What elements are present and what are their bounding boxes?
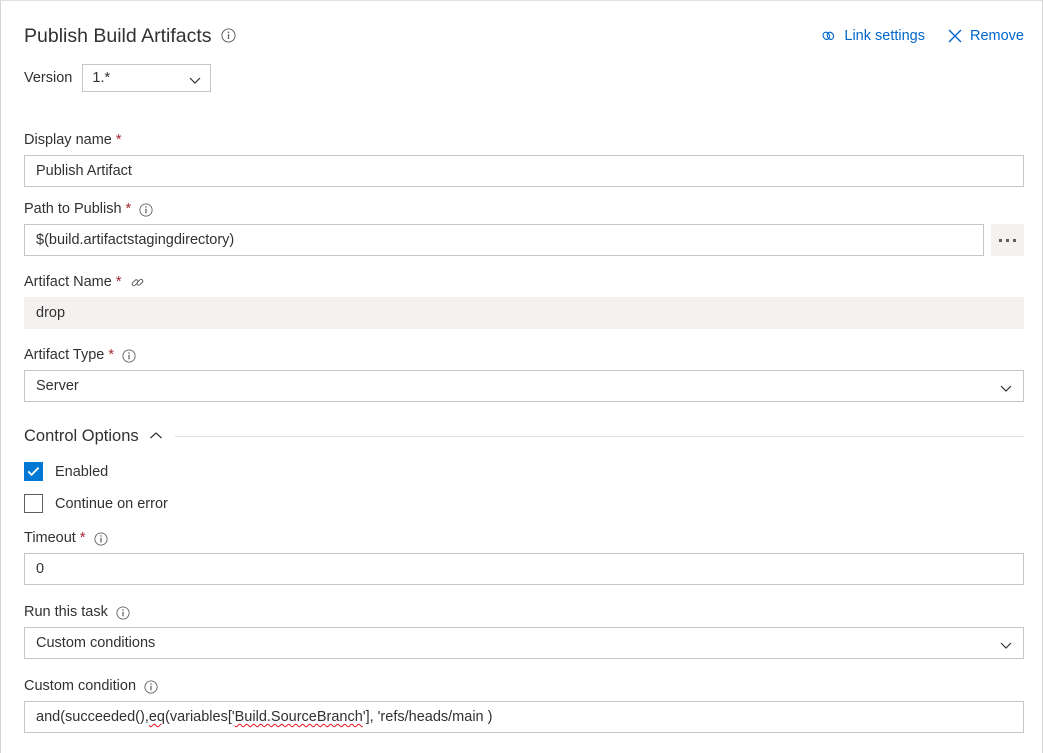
required-marker: * — [79, 530, 86, 546]
run-this-task-dropdown[interactable]: Custom conditions — [24, 627, 1024, 659]
custom-condition-misspelled-1: eq — [148, 709, 165, 725]
custom-condition-text-2: (variables[' — [164, 709, 235, 725]
artifact-type-dropdown[interactable]: Server — [24, 370, 1024, 402]
control-options-title: Control Options — [24, 427, 139, 445]
artifact-type-field: Artifact Type * Server — [24, 346, 1024, 402]
custom-condition-input[interactable]: and(succeeded(), eq (variables[' Build.Sou… — [24, 701, 1024, 733]
link-settings-label: Link settings — [844, 28, 925, 44]
display-name-input[interactable]: Publish Artifact — [24, 155, 1024, 187]
display-name-label: Display name * — [24, 132, 122, 148]
path-to-publish-row: $(build.artifactstagingdirectory) — [24, 224, 1024, 256]
version-row: Version 1.* — [24, 64, 212, 92]
info-icon[interactable] — [220, 28, 236, 48]
info-icon[interactable] — [116, 605, 130, 620]
required-marker: * — [125, 201, 132, 217]
timeout-label: Timeout * — [24, 529, 1024, 548]
header-actions: Link settings Remove — [820, 26, 1024, 46]
info-icon[interactable] — [139, 202, 153, 217]
link-icon — [820, 28, 837, 45]
timeout-field: Timeout * 0 — [24, 529, 1024, 585]
enabled-label: Enabled — [55, 463, 109, 480]
path-to-publish-input[interactable]: $(build.artifactstagingdirectory) — [24, 224, 984, 256]
artifact-type-label: Artifact Type * — [24, 346, 1024, 365]
link-icon[interactable] — [130, 275, 145, 290]
path-to-publish-label: Path to Publish * — [24, 200, 1024, 219]
run-this-task-field: Run this task Custom conditions — [24, 603, 1024, 659]
custom-condition-field: Custom condition and(succeeded(), eq (var… — [24, 677, 1024, 733]
custom-condition-label: Custom condition — [24, 677, 1024, 696]
custom-condition-text-1: and(succeeded(), — [36, 709, 149, 725]
chevron-down-icon — [1000, 382, 1012, 398]
display-name-field: Display name * Publish Artifact — [24, 131, 1024, 187]
custom-condition-misspelled-2: Build.SourceBranch — [234, 709, 363, 725]
version-dropdown[interactable]: 1.* — [82, 64, 212, 92]
close-icon — [947, 28, 963, 44]
continue-on-error-checkbox-row[interactable]: Continue on error — [24, 494, 168, 513]
artifact-name-field: Artifact Name * drop — [24, 273, 1024, 329]
info-icon[interactable] — [93, 531, 108, 546]
task-header: Publish Build Artifacts Link settings Re… — [24, 23, 1024, 53]
artifact-type-value: Server — [36, 378, 79, 394]
required-marker: * — [115, 132, 122, 148]
version-label: Version — [24, 70, 73, 86]
task-editor-panel: Publish Build Artifacts Link settings Re… — [0, 0, 1043, 753]
info-icon[interactable] — [144, 679, 158, 694]
path-to-publish-field: Path to Publish * $(build.artifactstagin… — [24, 200, 1024, 256]
remove-button[interactable]: Remove — [947, 26, 1024, 46]
enabled-checkbox-row[interactable]: Enabled — [24, 462, 108, 481]
chevron-down-icon — [189, 74, 201, 90]
continue-on-error-label: Continue on error — [55, 495, 168, 512]
continue-on-error-checkbox[interactable] — [24, 494, 43, 513]
ellipsis-icon — [999, 238, 1016, 242]
timeout-input[interactable]: 0 — [24, 553, 1024, 585]
control-options-section-header[interactable]: Control Options — [24, 425, 1024, 447]
version-value: 1.* — [92, 70, 111, 86]
custom-condition-text-3: '], 'refs/heads/main ) — [362, 709, 493, 725]
run-this-task-value: Custom conditions — [36, 635, 156, 651]
required-marker: * — [115, 274, 122, 290]
info-icon[interactable] — [122, 348, 136, 363]
chevron-up-icon — [149, 431, 163, 441]
remove-label: Remove — [970, 28, 1024, 44]
artifact-name-label: Artifact Name * — [24, 273, 1024, 292]
browse-button[interactable] — [991, 224, 1024, 256]
run-this-task-label: Run this task — [24, 603, 1024, 622]
required-marker: * — [108, 347, 114, 363]
page-title: Publish Build Artifacts — [24, 25, 212, 47]
artifact-name-input: drop — [24, 297, 1024, 329]
link-settings-button[interactable]: Link settings — [820, 26, 925, 46]
chevron-down-icon — [1000, 639, 1012, 655]
section-divider — [174, 435, 1024, 437]
enabled-checkbox[interactable] — [24, 462, 43, 481]
